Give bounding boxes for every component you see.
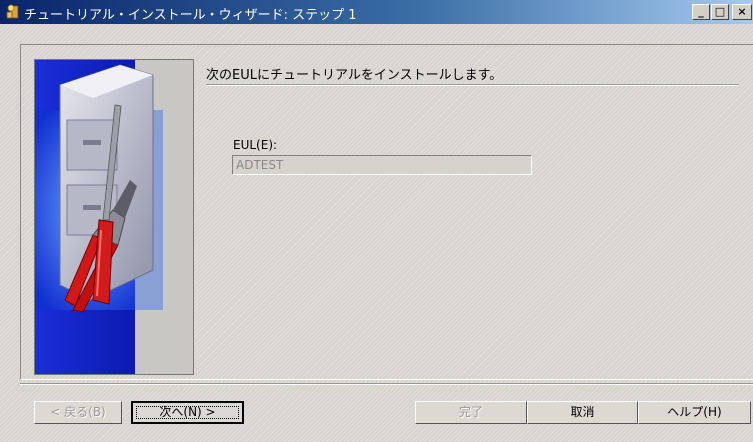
focus-rect (136, 406, 239, 419)
wizard-app-icon (6, 4, 19, 19)
title-bar[interactable]: チュートリアル・インストール・ウィザード: ステップ 1 _ □ × (0, 0, 753, 24)
tools-illustration (35, 60, 193, 374)
eul-label: EUL(E): (233, 138, 278, 152)
eul-input[interactable] (232, 155, 532, 175)
instruction-heading: 次のEULにチュートリアルをインストールします。 (206, 68, 503, 83)
window-title: チュートリアル・インストール・ウィザード: ステップ 1 (24, 8, 357, 23)
cancel-button[interactable]: 取消 (527, 401, 638, 424)
button-separator (20, 383, 753, 385)
finish-button[interactable]: 完了 (415, 401, 527, 424)
help-button[interactable]: ヘルプ(H) (638, 401, 751, 424)
wizard-banner-image (34, 59, 194, 375)
heading-divider (206, 84, 739, 86)
minimize-button[interactable]: _ (692, 4, 710, 20)
maximize-button[interactable]: □ (711, 4, 729, 20)
back-button[interactable]: < 戻る(B) (34, 401, 122, 424)
wizard-window: チュートリアル・インストール・ウィザード: ステップ 1 _ □ × 次のEUL… (0, 0, 753, 442)
next-button[interactable]: 次へ(N) > (131, 401, 244, 424)
close-button[interactable]: × (732, 4, 752, 20)
